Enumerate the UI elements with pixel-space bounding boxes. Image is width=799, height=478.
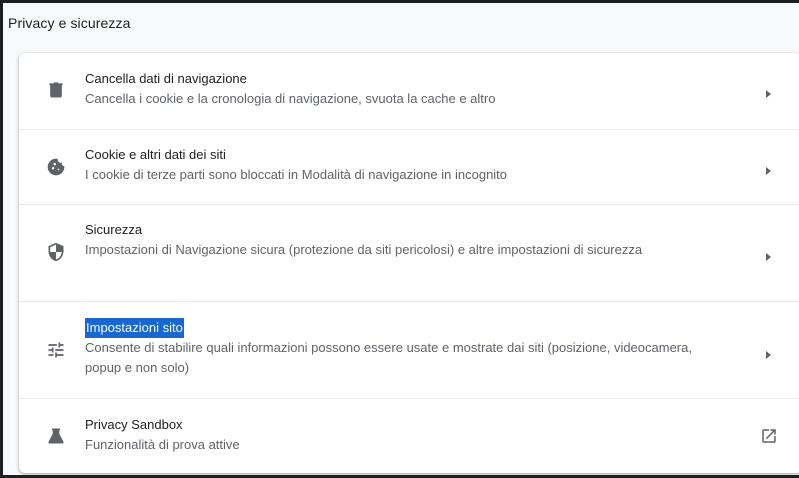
settings-page: Privacy e sicurezza Cancella dati di nav…: [0, 0, 799, 478]
row-clear-browsing-data[interactable]: Cancella dati di navigazione Cancella i …: [19, 53, 799, 129]
privacy-settings-card: Cancella dati di navigazione Cancella i …: [19, 53, 799, 473]
open-external-icon[interactable]: [760, 427, 778, 445]
chevron-right-icon[interactable]: [764, 249, 772, 261]
section-title: Privacy e sicurezza: [8, 15, 131, 31]
row-security[interactable]: Sicurezza Impostazioni di Navigazione si…: [19, 204, 799, 301]
trash-icon: [46, 80, 66, 100]
row-cookies-site-data[interactable]: Cookie e altri dati dei siti I cookie di…: [19, 129, 799, 204]
row-label: Cookie e altri dati dei siti: [85, 147, 226, 162]
row-description: Funzionalità di prova attive: [85, 437, 240, 452]
chevron-right-icon[interactable]: [764, 347, 772, 359]
flask-icon: [46, 426, 66, 446]
shield-icon: [46, 242, 66, 262]
cookie-icon: [46, 157, 66, 177]
row-label: Privacy Sandbox: [85, 417, 183, 432]
chevron-right-icon[interactable]: [764, 86, 772, 98]
row-description: Impostazioni di Navigazione sicura (prot…: [85, 242, 643, 257]
row-description: I cookie di terze parti sono bloccati in…: [85, 167, 508, 182]
row-label-selected: Impostazioni sito: [85, 318, 184, 338]
chevron-right-icon[interactable]: [764, 163, 772, 175]
row-label: Cancella dati di navigazione: [85, 71, 247, 86]
row-privacy-sandbox[interactable]: Privacy Sandbox Funzionalità di prova at…: [19, 398, 799, 473]
tune-icon: [46, 340, 66, 360]
row-description: Cancella i cookie e la cronologia di nav…: [85, 91, 496, 106]
row-description: Consente di stabilire quali informazioni…: [85, 340, 692, 375]
row-label: Sicurezza: [85, 222, 143, 237]
row-site-settings[interactable]: Impostazioni sito Consente di stabilire …: [19, 301, 799, 398]
